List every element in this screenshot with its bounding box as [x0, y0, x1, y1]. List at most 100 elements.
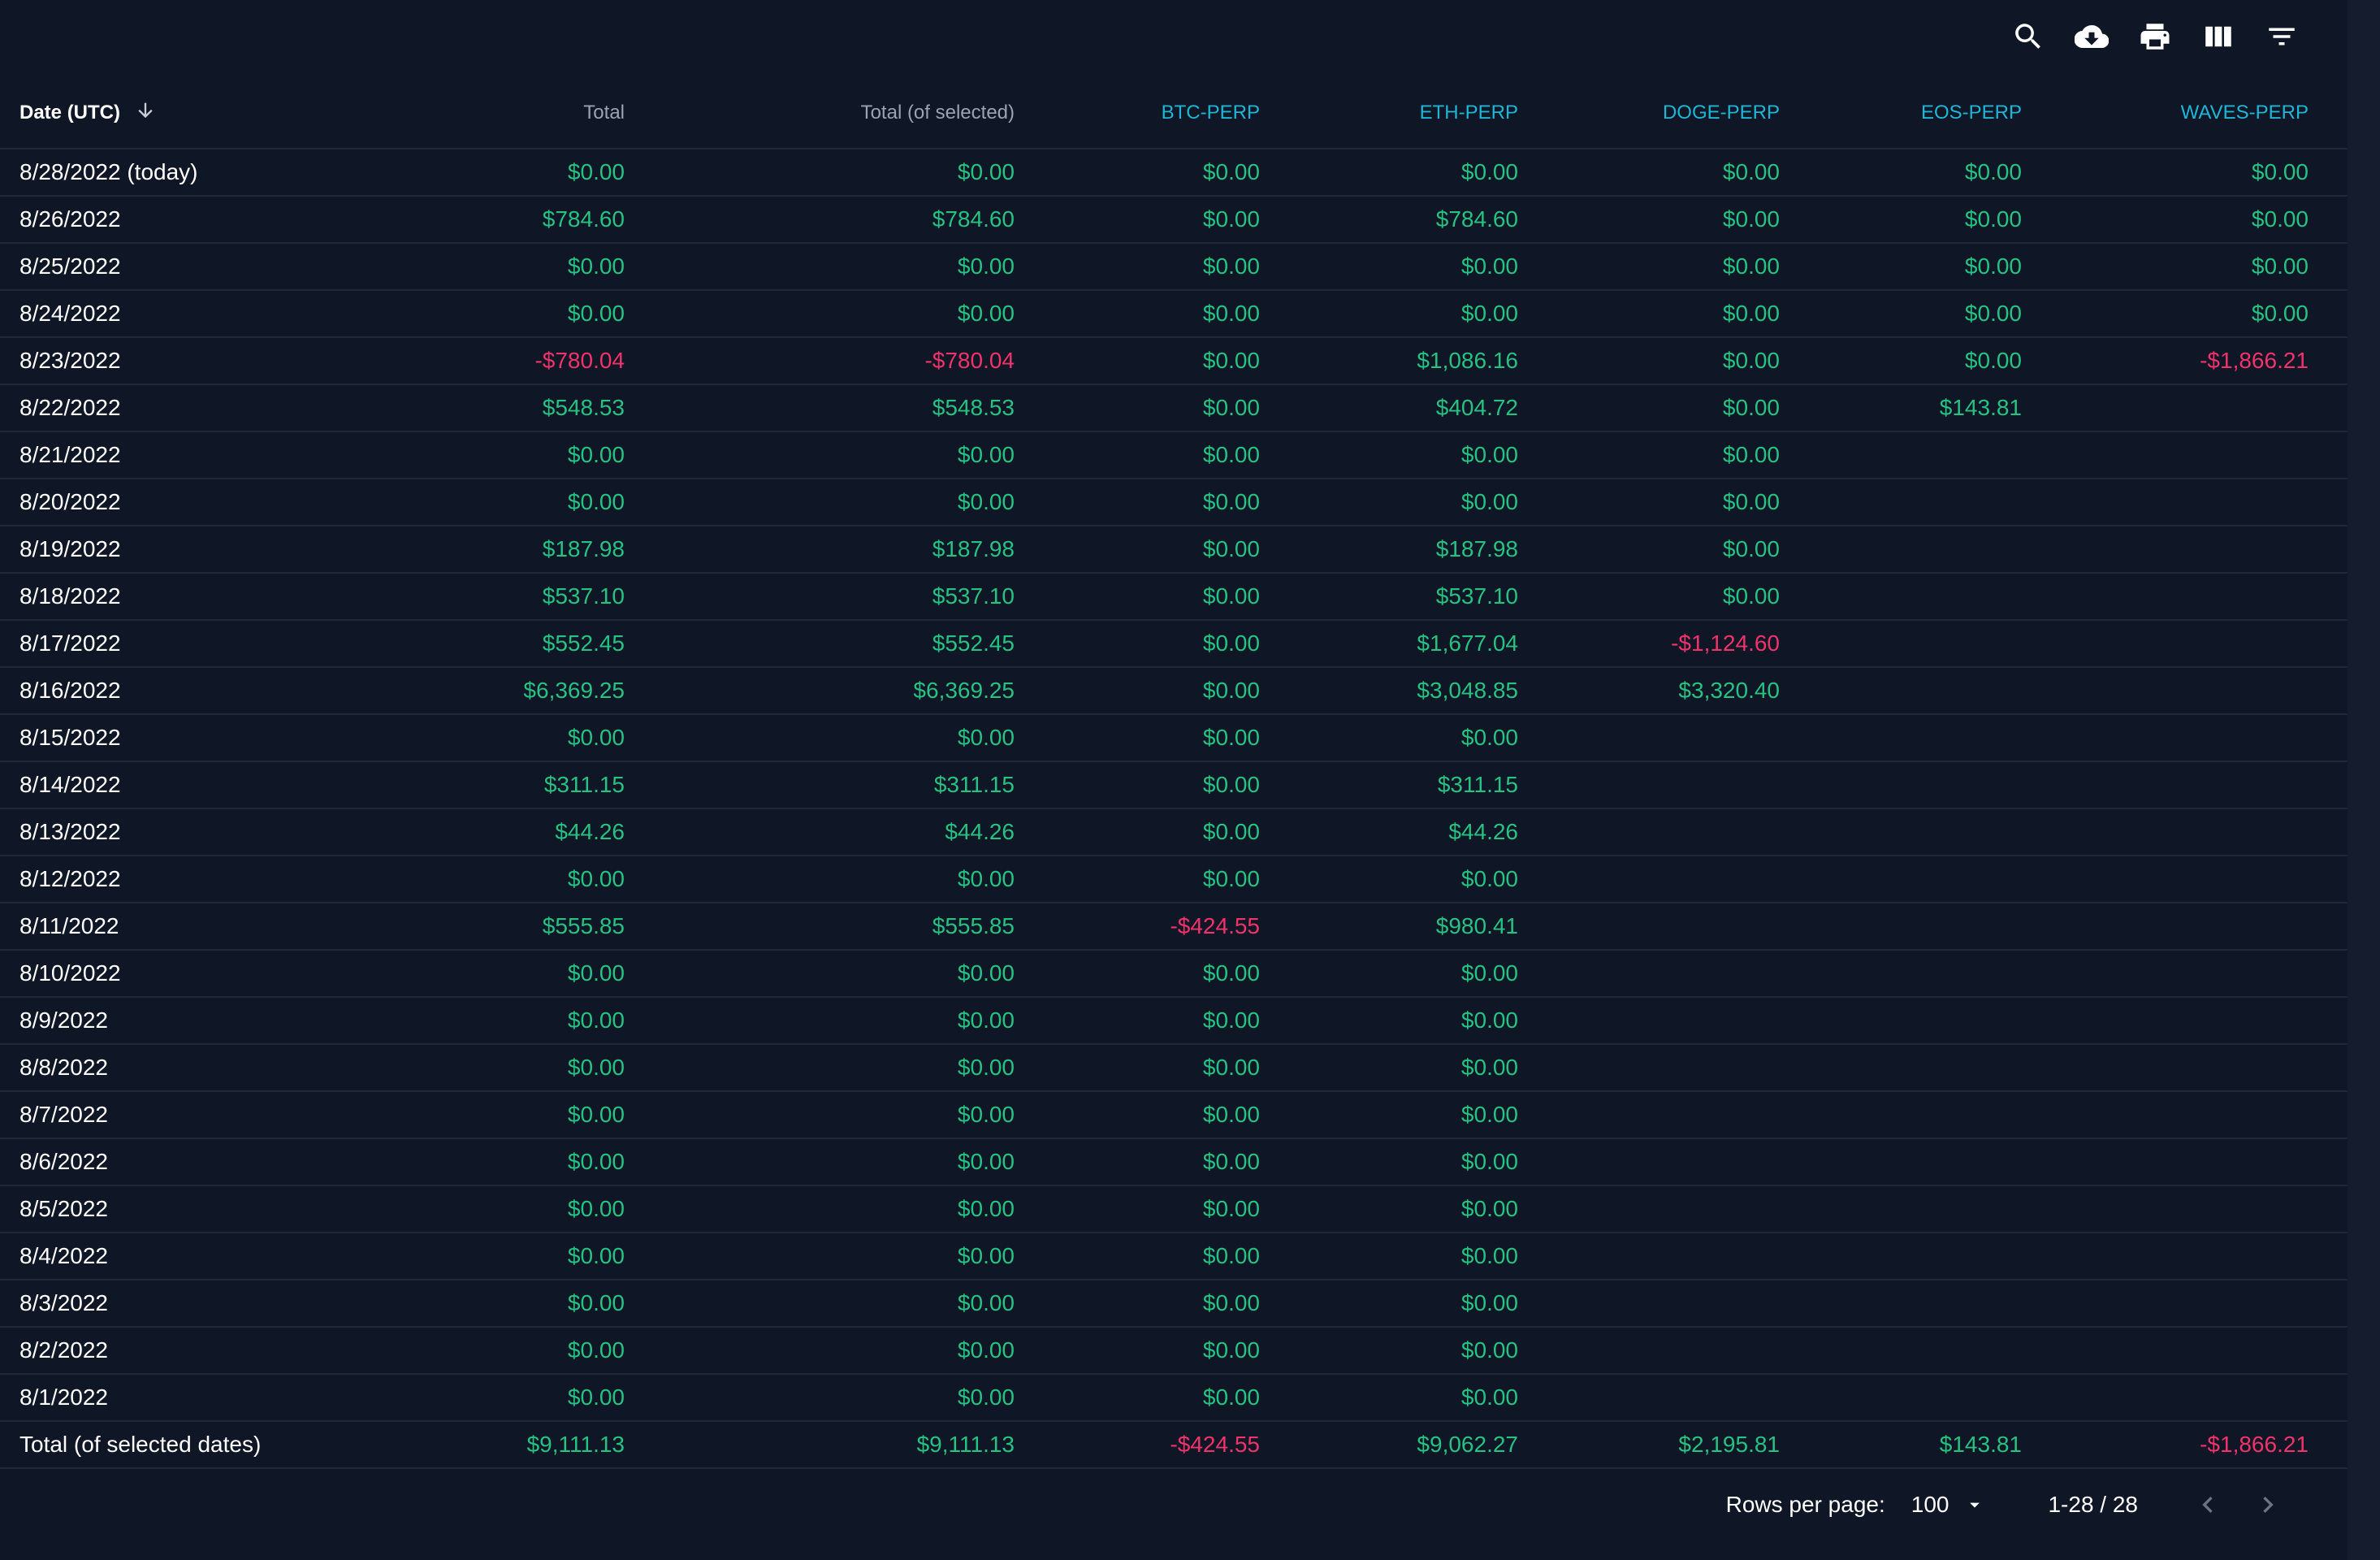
cell-waves-perp	[2061, 714, 2348, 762]
column-header-eth-perp[interactable]: ETH-PERP	[1299, 78, 1557, 150]
cell-eos-perp	[1819, 1185, 2061, 1233]
cell-total: $784.60	[290, 196, 664, 244]
cell-eth-perp: $0.00	[1299, 149, 1557, 197]
cell-btc-perp: $0.00	[1054, 1327, 1299, 1375]
cell-eth-perp: $3,048.85	[1299, 667, 1557, 715]
cell-eth-perp: $0.00	[1299, 1327, 1557, 1375]
download-button[interactable]	[2075, 20, 2109, 54]
pagination: Rows per page: 100 1-28 / 28	[1726, 1487, 2286, 1523]
cell-total-selected: $537.10	[664, 573, 1054, 621]
cell-waves-perp	[2061, 856, 2348, 904]
cell-doge-perp: $0.00	[1557, 337, 1819, 385]
cell-total-selected: $0.00	[664, 431, 1054, 479]
caret-down-icon	[1970, 1502, 1980, 1508]
column-header-date[interactable]: Date (UTC)	[0, 78, 290, 150]
cell-eos-perp	[1819, 714, 2061, 762]
cell-eos-perp	[1819, 903, 2061, 951]
next-page-button[interactable]	[2250, 1487, 2286, 1523]
column-header-eos-perp[interactable]: EOS-PERP	[1819, 78, 2061, 150]
cell-total-selected: $555.85	[664, 903, 1054, 951]
cell-eos-perp: $0.00	[1819, 337, 2061, 385]
cell-doge-perp	[1557, 1138, 1819, 1186]
cell-total: $0.00	[290, 431, 664, 479]
cell-total-selected: $552.45	[664, 620, 1054, 668]
cell-date: 8/5/2022	[0, 1185, 290, 1233]
cell-date: 8/23/2022	[0, 337, 290, 385]
cell-btc-perp: $0.00	[1054, 290, 1299, 338]
cell-waves-perp	[2061, 620, 2348, 668]
cell-waves-perp	[2061, 526, 2348, 574]
cell-total: $0.00	[290, 856, 664, 904]
column-header-waves-perp[interactable]: WAVES-PERP	[2061, 78, 2348, 150]
cell-eos-perp	[1819, 950, 2061, 998]
cell-date: 8/25/2022	[0, 243, 290, 291]
cell-btc-perp: $0.00	[1054, 1044, 1299, 1092]
table-row: 8/17/2022 $552.45 $552.45 $0.00 $1,677.04 -$1…	[0, 620, 2348, 668]
cell-date: 8/9/2022	[0, 997, 290, 1045]
cell-eos-perp	[1819, 1138, 2061, 1186]
table-row: 8/21/2022 $0.00 $0.00 $0.00 $0.00 $0.00	[0, 431, 2348, 479]
cell-doge-perp	[1557, 1091, 1819, 1139]
cell-date: 8/17/2022	[0, 620, 290, 668]
scrollbar-track[interactable]	[2348, 0, 2380, 1560]
cell-eth-perp: $784.60	[1299, 196, 1557, 244]
cell-waves-perp	[2061, 1374, 2348, 1422]
cell-total-selected: $0.00	[664, 1280, 1054, 1328]
column-header-doge-perp[interactable]: DOGE-PERP	[1557, 78, 1819, 150]
cell-btc-perp: $0.00	[1054, 620, 1299, 668]
cell-eos-perp: $143.81	[1819, 1421, 2061, 1469]
column-header-btc-perp[interactable]: BTC-PERP	[1054, 78, 1299, 150]
cell-waves-perp	[2061, 1091, 2348, 1139]
cell-date: 8/1/2022	[0, 1374, 290, 1422]
column-header-total-selected[interactable]: Total (of selected)	[664, 78, 1054, 150]
cell-eth-perp: $0.00	[1299, 997, 1557, 1045]
cell-waves-perp	[2061, 1044, 2348, 1092]
cell-total-selected: $44.26	[664, 808, 1054, 856]
cell-total: $548.53	[290, 384, 664, 432]
table-body: 8/28/2022 (today) $0.00 $0.00 $0.00 $0.00 $0.…	[0, 149, 2348, 1469]
cell-btc-perp: $0.00	[1054, 950, 1299, 998]
cell-doge-perp: $0.00	[1557, 479, 1819, 526]
cell-btc-perp: -$424.55	[1054, 903, 1299, 951]
table-row: 8/22/2022 $548.53 $548.53 $0.00 $404.72 $0.00…	[0, 384, 2348, 432]
cell-total-selected: $311.15	[664, 761, 1054, 809]
cell-total: $0.00	[290, 1044, 664, 1092]
cell-waves-perp	[2061, 1280, 2348, 1328]
cell-waves-perp: -$1,866.21	[2061, 337, 2348, 385]
cell-doge-perp	[1557, 1327, 1819, 1375]
cell-date: 8/18/2022	[0, 573, 290, 621]
previous-page-button[interactable]	[2190, 1487, 2226, 1523]
cell-total-selected: $0.00	[664, 997, 1054, 1045]
table-row: 8/28/2022 (today) $0.00 $0.00 $0.00 $0.00 $0.…	[0, 149, 2348, 197]
cell-btc-perp: $0.00	[1054, 573, 1299, 621]
columns-button[interactable]	[2201, 20, 2235, 54]
cell-total: $6,369.25	[290, 667, 664, 715]
cell-eth-perp: $0.00	[1299, 431, 1557, 479]
cell-doge-perp	[1557, 714, 1819, 762]
cell-doge-perp	[1557, 903, 1819, 951]
print-button[interactable]	[2138, 20, 2172, 54]
cell-eth-perp: $187.98	[1299, 526, 1557, 574]
cell-doge-perp: $0.00	[1557, 526, 1819, 574]
cell-eth-perp: $0.00	[1299, 950, 1557, 998]
cell-eos-perp	[1819, 479, 2061, 526]
cell-btc-perp: $0.00	[1054, 856, 1299, 904]
cell-doge-perp	[1557, 856, 1819, 904]
rows-per-page-select[interactable]: 100	[1911, 1492, 1987, 1518]
table-row: 8/25/2022 $0.00 $0.00 $0.00 $0.00 $0.00 $0.00 $…	[0, 243, 2348, 291]
cell-total: $0.00	[290, 1233, 664, 1280]
cell-eos-perp: $0.00	[1819, 149, 2061, 197]
cell-eos-perp	[1819, 1233, 2061, 1280]
table-row: 8/10/2022 $0.00 $0.00 $0.00 $0.00	[0, 950, 2348, 998]
search-button[interactable]	[2011, 20, 2045, 54]
cell-date: 8/2/2022	[0, 1327, 290, 1375]
arrow-down-icon	[134, 99, 157, 128]
column-header-total[interactable]: Total	[290, 78, 664, 150]
cell-eos-perp	[1819, 526, 2061, 574]
cell-eos-perp	[1819, 620, 2061, 668]
cell-eth-perp: $0.00	[1299, 1185, 1557, 1233]
cell-total: $0.00	[290, 714, 664, 762]
filter-button[interactable]	[2265, 20, 2299, 54]
cell-waves-perp	[2061, 950, 2348, 998]
table-total-row: Total (of selected dates) $9,111.13 $9,111…	[0, 1421, 2348, 1469]
